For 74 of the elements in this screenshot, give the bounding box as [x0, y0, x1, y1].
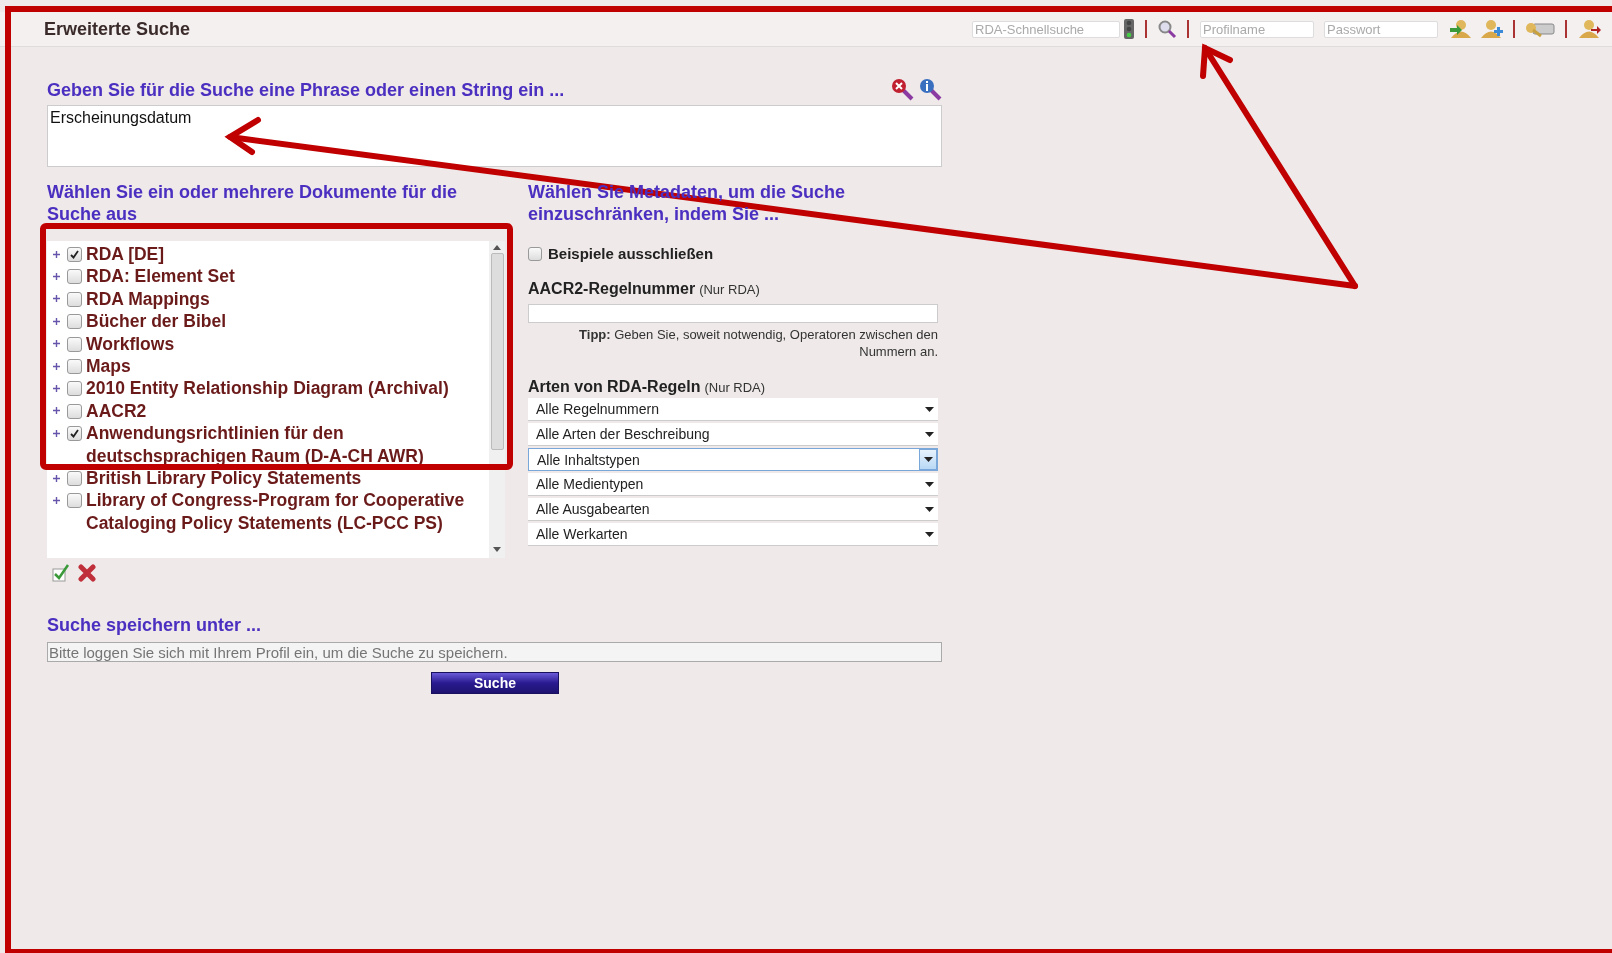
expand-icon[interactable]: [53, 340, 60, 348]
checkbox[interactable]: [67, 471, 82, 487]
scroll-down-icon[interactable]: [493, 547, 501, 552]
caret-icon: [924, 406, 934, 412]
expand-icon[interactable]: [53, 295, 60, 303]
checkbox[interactable]: [67, 381, 82, 397]
field-label: Arten von RDA-Regeln: [528, 378, 701, 395]
check-all-icon[interactable]: [52, 564, 70, 582]
checkbox[interactable]: [67, 403, 82, 419]
search-input[interactable]: Erscheinungsdatum: [47, 105, 942, 167]
search-icon[interactable]: [1157, 19, 1177, 39]
document-label[interactable]: AACR2: [86, 399, 147, 423]
search-heading: Geben Sie für die Suche eine Phrase oder einen String ein ...: [47, 79, 565, 101]
rule-number-field[interactable]: [528, 304, 938, 323]
info-search-icon[interactable]: [918, 77, 942, 101]
dropdown[interactable]: Alle Arten der Beschreibung: [528, 423, 938, 446]
document-label[interactable]: RDA Mappings: [86, 287, 210, 311]
expand-icon[interactable]: [53, 474, 60, 482]
document-label[interactable]: Bücher der Bibel: [86, 310, 227, 333]
checkbox[interactable]: [67, 426, 82, 442]
checkbox-label: Beispiele ausschließen: [548, 245, 714, 262]
logout-icon[interactable]: [1577, 19, 1601, 39]
checkbox[interactable]: [67, 336, 82, 352]
profile-name-field[interactable]: Profilname: [1200, 20, 1314, 38]
caret-icon: [923, 457, 933, 462]
dropdown[interactable]: Alle Regelnummern: [528, 398, 938, 421]
field-label: AACR2-Regelnummer: [528, 280, 696, 297]
dropdown[interactable]: Alle Werkarten: [528, 523, 938, 546]
dropdown[interactable]: Alle Inhaltstypen: [528, 448, 938, 471]
expand-icon[interactable]: [53, 496, 60, 504]
expand-icon[interactable]: [53, 429, 60, 437]
checkbox[interactable]: [528, 246, 542, 261]
expand-icon[interactable]: [53, 272, 60, 280]
document-label[interactable]: British Library Policy Statements: [86, 467, 362, 490]
password-field[interactable]: Passwort: [1324, 20, 1438, 38]
expand-icon[interactable]: [53, 384, 60, 392]
documents-heading: Wählen Sie ein oder mehrere Dokumente für die Suche aus: [47, 181, 459, 225]
field-note: (Nur RDA): [699, 282, 760, 297]
document-label[interactable]: 2010 Entity Relationship Diagram (Archival): [86, 377, 449, 400]
caret-icon: [924, 506, 934, 512]
scrollbar[interactable]: [489, 241, 505, 558]
caret-icon: [924, 531, 934, 537]
checkbox[interactable]: [67, 314, 82, 330]
login-icon[interactable]: [1449, 19, 1473, 39]
document-label[interactable]: RDA [DE]: [86, 243, 165, 266]
expand-icon[interactable]: [53, 250, 60, 258]
dropdown[interactable]: Alle Ausgabearten: [528, 498, 938, 521]
uncheck-all-icon[interactable]: [78, 564, 96, 582]
checkbox[interactable]: [67, 291, 82, 307]
traffic-light-icon[interactable]: [1123, 19, 1135, 39]
document-label[interactable]: Maps: [86, 355, 131, 378]
page-title: Erweiterte Suche: [44, 18, 191, 40]
tip-text: Tipp: Geben Sie, soweit notwendig, Operatoren zwischen den Nummern an.: [578, 326, 938, 360]
document-label[interactable]: Workflows: [86, 332, 175, 356]
document-label[interactable]: Library of Congress-Program for Cooperative Cataloging Policy Statements (LC-PCC PS): [86, 489, 489, 535]
save-heading: Suche speichern unter ...: [47, 614, 263, 636]
checkbox[interactable]: [67, 247, 82, 262]
field-note: (Nur RDA): [704, 380, 766, 395]
caret-icon: [924, 431, 934, 437]
search-button[interactable]: Suche: [431, 672, 559, 694]
expand-icon[interactable]: [53, 362, 60, 370]
clear-search-icon[interactable]: [890, 77, 914, 101]
caret-icon: [924, 481, 934, 487]
document-label[interactable]: RDA: Element Set: [86, 265, 235, 288]
checkbox[interactable]: [67, 493, 82, 509]
document-label[interactable]: Anwendungsrichtlinien für den deutschsprachigen Raum (D-A-CH AWR): [86, 422, 489, 468]
scroll-up-icon[interactable]: [493, 245, 501, 250]
checkbox[interactable]: [67, 269, 82, 285]
dropdown[interactable]: Alle Medientypen: [528, 473, 938, 496]
checkbox[interactable]: [67, 359, 82, 375]
quick-search-field[interactable]: RDA-Schnellsuche: [972, 20, 1120, 38]
expand-icon[interactable]: [53, 407, 60, 415]
add-user-icon[interactable]: [1479, 19, 1503, 39]
expand-icon[interactable]: [53, 317, 60, 325]
